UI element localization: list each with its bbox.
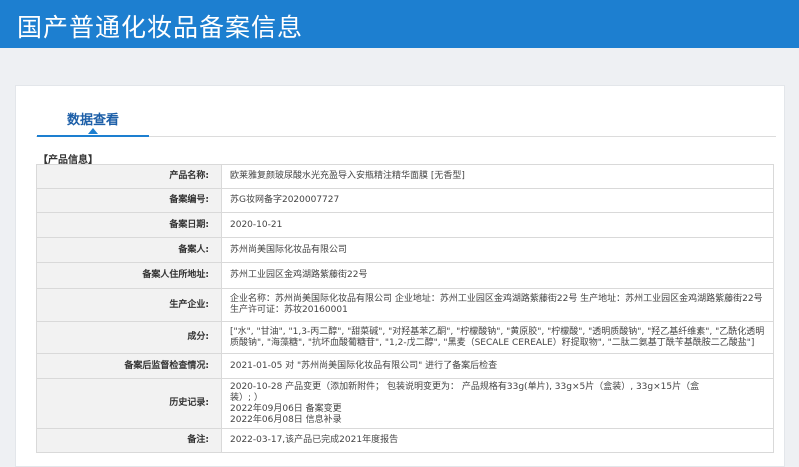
row-value: 企业名称：苏州尚美国际化妆品有限公司 企业地址：苏州工业园区金鸡湖路紫藤街22号…: [221, 288, 774, 322]
page-title: 国产普通化妆品备案信息: [17, 13, 304, 42]
row-value: 2020-10-28 产品变更（添加新附件； 包装说明变更为： 产品规格有33g…: [221, 378, 774, 429]
table-row: 产品名称: 欧莱雅复颜玻尿酸水光充盈导入安瓶精注精华面膜 [无香型]: [36, 164, 774, 189]
row-label: 产品名称:: [36, 164, 222, 189]
history-line: 装）; ）: [230, 392, 263, 403]
table-row: 备案后监督检查情况: 2021-01-05 对 "苏州尚美国际化妆品有限公司" …: [36, 353, 774, 379]
tab-label: 数据查看: [66, 113, 119, 128]
row-value: 苏州尚美国际化妆品有限公司: [221, 237, 774, 263]
table-row: 备案人住所地址: 苏州工业园区金鸡湖路紫藤街22号: [36, 262, 774, 289]
table-row: 生产企业: 企业名称：苏州尚美国际化妆品有限公司 企业地址：苏州工业园区金鸡湖路…: [36, 288, 774, 322]
row-value: 欧莱雅复颜玻尿酸水光充盈导入安瓶精注精华面膜 [无香型]: [221, 164, 774, 189]
row-value: 2021-01-05 对 "苏州尚美国际化妆品有限公司" 进行了备案后检查: [221, 353, 774, 379]
row-value: 苏G妆网备字2020007727: [221, 188, 774, 213]
history-line: 2022年09月06日 备案变更: [230, 403, 342, 414]
tab-active-caret-icon: [88, 128, 98, 134]
table-row: 备案人: 苏州尚美国际化妆品有限公司: [36, 237, 774, 263]
row-value: 2020-10-21: [221, 212, 774, 238]
table-row: 成分: ["水", "甘油", "1,3-丙二醇", "甜菜碱", "对羟基苯乙…: [36, 321, 774, 354]
tab-bar: 数据查看: [36, 104, 776, 137]
table-row: 备案日期: 2020-10-21: [36, 212, 774, 238]
tab-data-view[interactable]: 数据查看: [37, 104, 149, 137]
table-row: 备案编号: 苏G妆网备字2020007727: [36, 188, 774, 213]
row-label: 生产企业:: [36, 288, 222, 322]
history-line: 2020-10-28 产品变更（添加新附件； 包装说明变更为： 产品规格有33g…: [230, 381, 700, 392]
row-label: 历史记录:: [36, 378, 222, 429]
row-label: 成分:: [36, 321, 222, 354]
table-row: 备注: 2022-03-17,该产品已完成2021年度报告: [36, 428, 774, 453]
row-label: 备案编号:: [36, 188, 222, 213]
row-value: ["水", "甘油", "1,3-丙二醇", "甜菜碱", "对羟基苯乙酮", …: [221, 321, 774, 354]
row-value: 2022-03-17,该产品已完成2021年度报告: [221, 428, 774, 453]
row-label: 备案后监督检查情况:: [36, 353, 222, 379]
row-label: 备案人住所地址:: [36, 262, 222, 289]
row-value: 苏州工业园区金鸡湖路紫藤街22号: [221, 262, 774, 289]
row-label: 备注:: [36, 428, 222, 453]
table-row: 历史记录: 2020-10-28 产品变更（添加新附件； 包装说明变更为： 产品…: [36, 378, 774, 429]
product-info-table: 产品名称: 欧莱雅复颜玻尿酸水光充盈导入安瓶精注精华面膜 [无香型] 备案编号:…: [36, 164, 774, 453]
page-header: 国产普通化妆品备案信息: [0, 0, 799, 48]
row-label: 备案日期:: [36, 212, 222, 238]
row-label: 备案人:: [36, 237, 222, 263]
history-line: 2022年06月08日 信息补录: [230, 414, 342, 425]
content-panel: 数据查看 【产品信息】 产品名称: 欧莱雅复颜玻尿酸水光充盈导入安瓶精注精华面膜…: [15, 85, 785, 467]
